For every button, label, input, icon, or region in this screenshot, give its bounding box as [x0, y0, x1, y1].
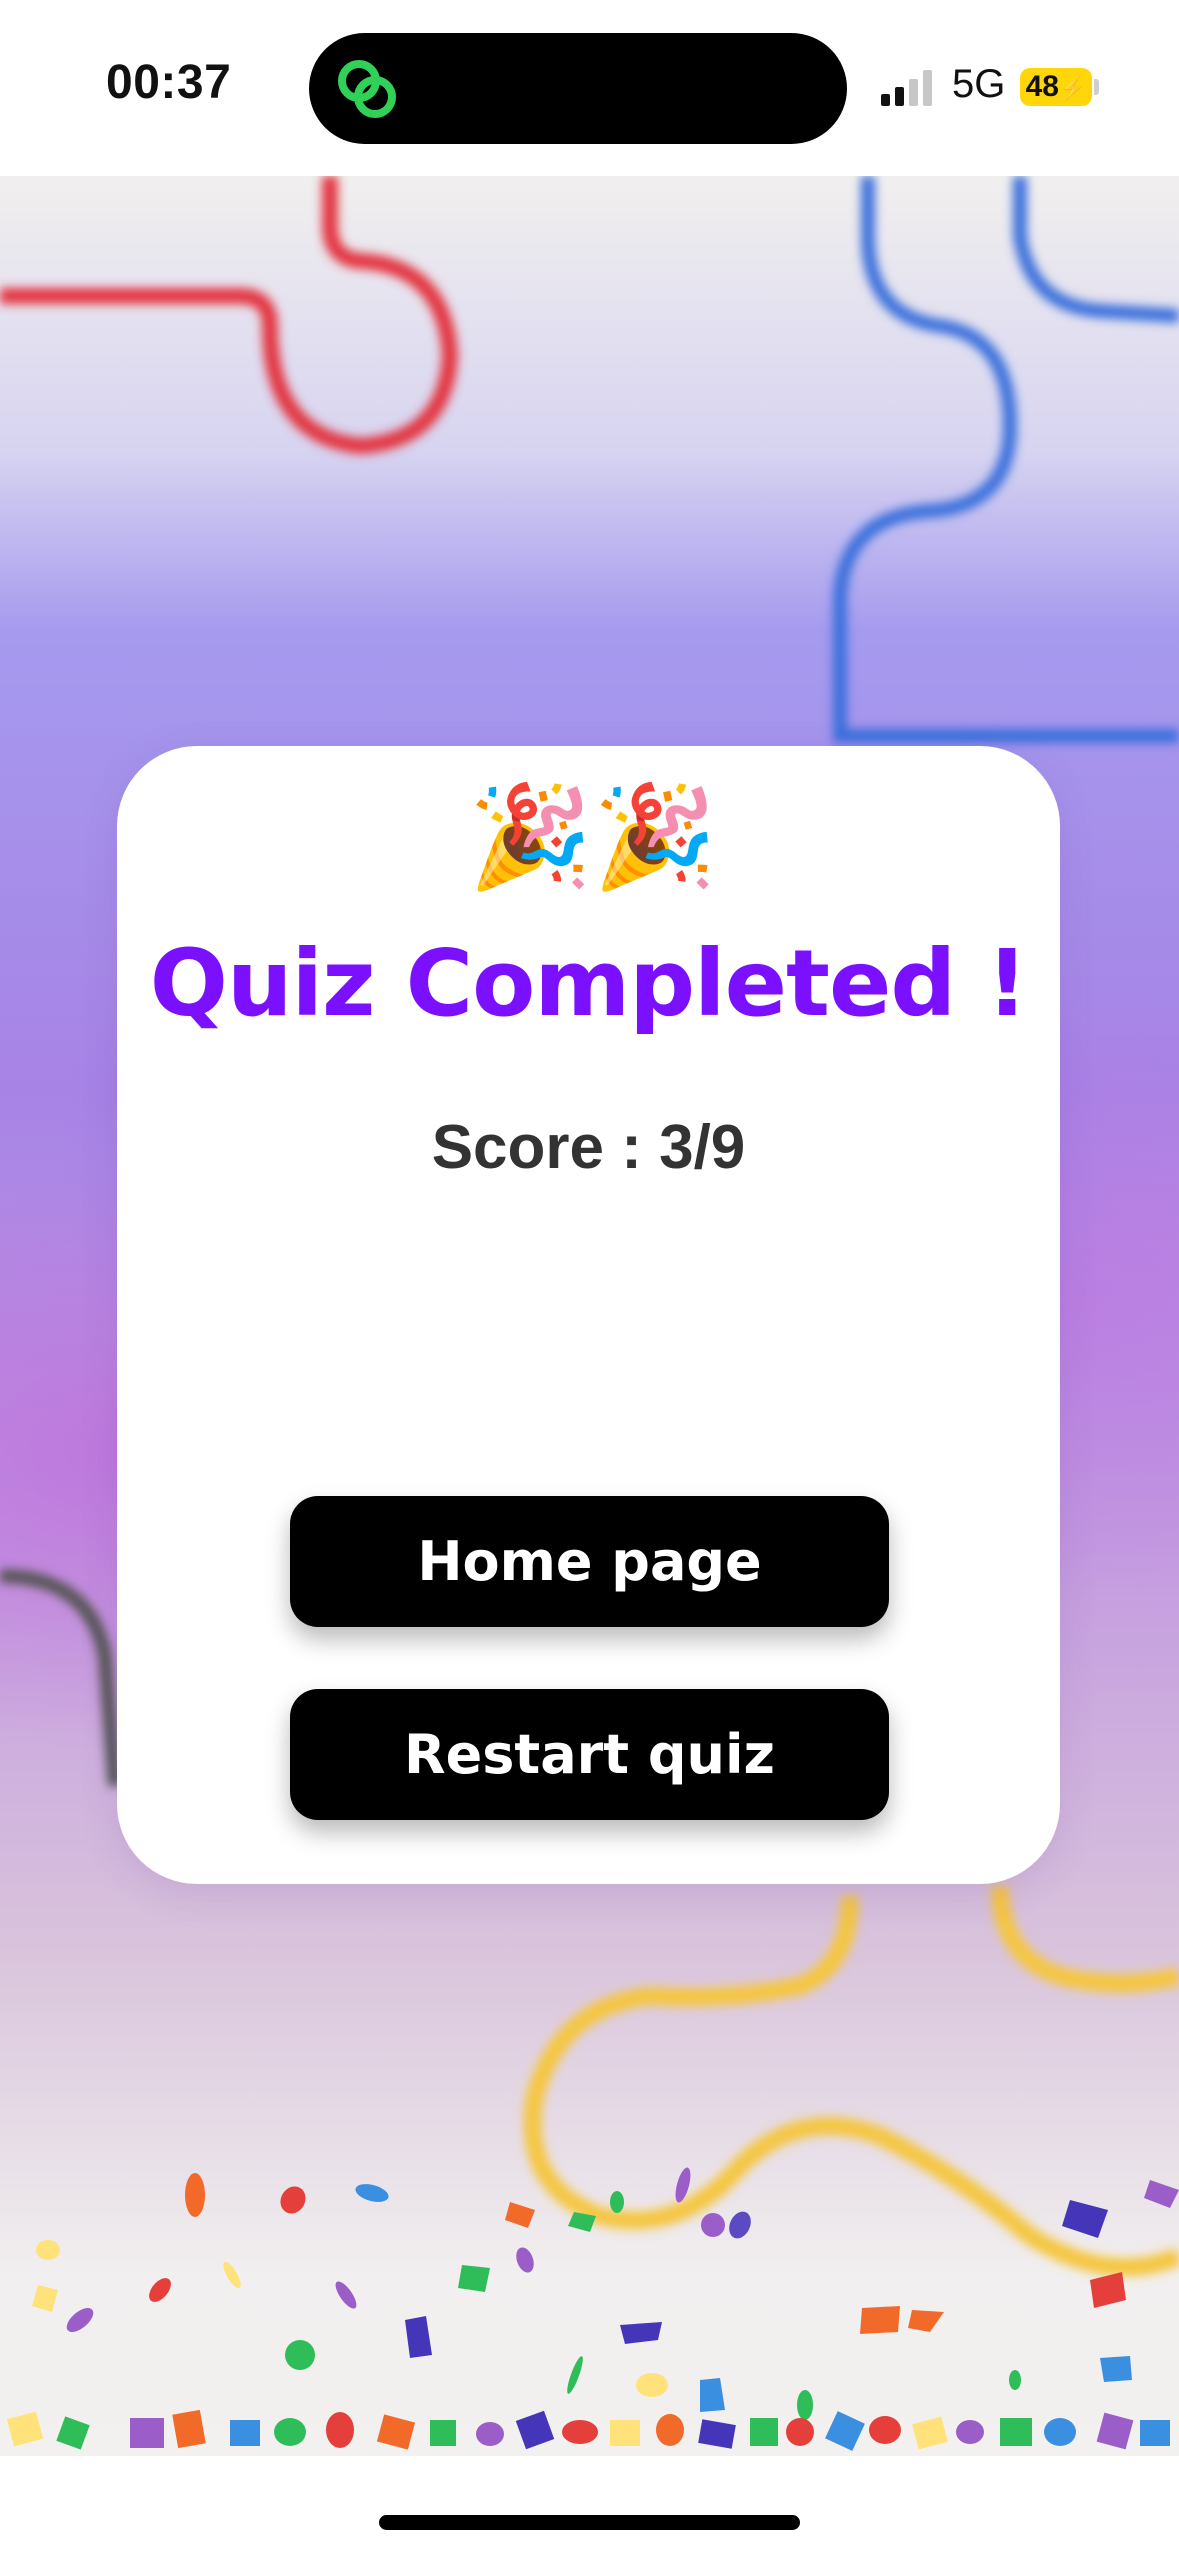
home-page-button[interactable]: Home page: [290, 1496, 889, 1627]
clock: 00:37: [106, 56, 232, 109]
dynamic-island[interactable]: [309, 33, 847, 144]
battery-level: 48: [1025, 70, 1059, 103]
battery-tip: [1094, 79, 1099, 95]
red-pipe: [0, 176, 459, 455]
blue-pipe: [833, 176, 1179, 744]
status-bar: 00:37 5G 48⚡: [0, 0, 1179, 176]
signal-strength-icon: [881, 70, 932, 106]
battery-icon: 48⚡: [1020, 68, 1092, 106]
restart-quiz-button[interactable]: Restart quiz: [290, 1689, 889, 1820]
blue-pipe-top: [1013, 176, 1179, 323]
party-popper-icon: 🎉🎉: [468, 778, 718, 895]
linked-rings-icon: [338, 60, 396, 118]
bottom-safe-area: [0, 2456, 1179, 2556]
gray-pipe-curve: [0, 1569, 122, 1787]
score-text: Score : 3/9: [431, 1113, 746, 1182]
charging-bolt-icon: ⚡: [1058, 76, 1087, 101]
confetti-decoration: [6, 2167, 1179, 2451]
network-type: 5G: [952, 62, 1006, 106]
quiz-completed-title: Quiz Completed !: [149, 930, 1028, 1037]
home-indicator[interactable]: [379, 2515, 800, 2530]
yellow-pipe-right: [991, 1885, 1179, 1993]
